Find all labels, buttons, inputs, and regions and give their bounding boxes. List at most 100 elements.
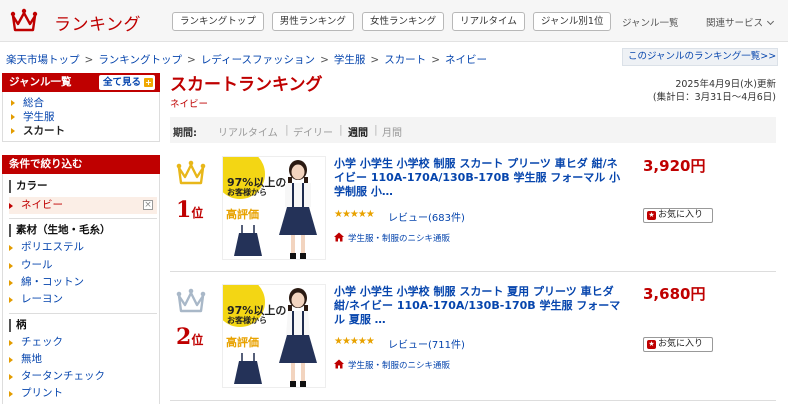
genre-item-skirt[interactable]: スカート (11, 124, 159, 138)
divider (9, 313, 157, 314)
genre-list-header: ジャンル一覧 全て見る + (2, 73, 160, 92)
model-image (279, 288, 317, 387)
period-daily[interactable]: デイリー (293, 124, 333, 139)
filter-color-navy[interactable]: ネイビー × (9, 197, 157, 214)
product-thumbnail[interactable]: 97%以上の お客様から 高評価 (222, 156, 326, 260)
filter-material-polyester[interactable]: ポリエステル (9, 240, 157, 255)
filter-pattern-check[interactable]: チェック (9, 335, 157, 350)
badge-line2: お客様から (227, 316, 267, 325)
genre-list-link[interactable]: ジャンル一覧 (622, 15, 679, 29)
product-price: 3,680円 (643, 285, 706, 303)
breadcrumb-skirt[interactable]: スカート (384, 54, 426, 66)
logo-text[interactable]: ランキング (54, 10, 141, 35)
tab-realtime[interactable]: リアルタイム (452, 12, 525, 31)
tab-female-ranking[interactable]: 女性ランキング (361, 12, 445, 31)
model-image (279, 160, 317, 259)
add-favorite-button[interactable]: ★ お気に入り (643, 208, 713, 223)
filter-pattern-tartan[interactable]: タータンチェック (9, 369, 157, 384)
review-count-link[interactable]: レビュー(711件) (388, 336, 465, 351)
filter-item-label: レーヨン (21, 293, 63, 305)
triangle-right-icon (11, 114, 15, 120)
filter-item-label: 無地 (21, 353, 42, 365)
rank-suffix: 位 (191, 333, 204, 347)
home-icon (334, 359, 344, 369)
high-rating-label: 高評価 (226, 336, 259, 349)
period-separator: | (374, 123, 378, 136)
triangle-right-icon (11, 128, 15, 134)
filter-pattern-print[interactable]: プリント (9, 386, 157, 401)
filter-material-cotton[interactable]: 綿・コットン (9, 275, 157, 290)
genre-ranking-list-link[interactable]: このジャンルのランキング一覧>> (622, 48, 778, 66)
product-title-link[interactable]: 小学 小学生 小学校 制服 スカート 夏用 プリーツ 車ヒダ 紺/ネイビー 11… (334, 285, 624, 327)
rank-number: 1位 (176, 197, 203, 223)
clear-filter-icon[interactable]: × (143, 200, 153, 210)
add-favorite-button[interactable]: ★ お気に入り (643, 337, 713, 352)
chevron-down-icon (766, 17, 775, 26)
breadcrumb-separator: > (431, 54, 440, 66)
genre-item-overall[interactable]: 総合 (11, 96, 159, 110)
genre-item-uniform[interactable]: 学生服 (11, 110, 159, 124)
filter-pattern-plain[interactable]: 無地 (9, 352, 157, 367)
product-thumbnail[interactable]: 97%以上の お客様から 高評価 (222, 284, 326, 388)
genre-item-label: スカート (23, 125, 65, 137)
star-icon: ★ (647, 340, 656, 349)
period-weekly[interactable]: 週間 (348, 124, 368, 139)
breadcrumb-uniform[interactable]: 学生服 (334, 54, 366, 66)
filter-material-rayon[interactable]: レーヨン (9, 292, 157, 307)
silver-crown-icon (176, 288, 206, 313)
item-divider (170, 271, 776, 272)
shop-name: 学生服・制服のニシキ通販 (348, 234, 451, 244)
triangle-right-icon (9, 391, 13, 397)
tab-male-ranking[interactable]: 男性ランキング (271, 12, 354, 31)
triangle-right-icon (9, 297, 13, 303)
crown-logo-icon[interactable] (10, 8, 38, 34)
triangle-right-icon (9, 245, 13, 251)
filter-item-label: チェック (21, 336, 63, 348)
period-separator: | (339, 123, 343, 136)
period-separator: | (285, 123, 289, 136)
rank-value: 2 (176, 324, 192, 350)
filter-material-wool[interactable]: ウール (9, 258, 157, 273)
breadcrumb-ranking-top[interactable]: ランキングトップ (98, 54, 182, 66)
shop-link[interactable]: 学生服・制服のニシキ通販 (334, 232, 450, 244)
genre-item-label: 学生服 (23, 111, 55, 123)
filter-item-label: ポリエステル (21, 241, 84, 253)
skirt-image (234, 353, 262, 384)
genre-list-title: ジャンル一覧 (9, 76, 72, 88)
star-icon: ★ (647, 211, 656, 220)
shop-link[interactable]: 学生服・制服のニシキ通販 (334, 359, 450, 371)
filter-item-label: ウール (21, 259, 53, 271)
rank-number: 2位 (176, 324, 203, 350)
breadcrumb-current[interactable]: ネイビー (445, 54, 487, 66)
filter-item-label: タータンチェック (21, 370, 105, 382)
period-realtime[interactable]: リアルタイム (218, 124, 278, 139)
rank-value: 1 (176, 197, 192, 223)
triangle-right-icon (9, 357, 13, 363)
top-tabs: ランキングトップ 男性ランキング 女性ランキング リアルタイム ジャンル別1位 (172, 12, 619, 31)
related-services-label: 関連サービス (706, 18, 764, 29)
period-label: 期間: (173, 128, 197, 139)
gold-crown-icon (176, 160, 206, 185)
review-count-link[interactable]: レビュー(683件) (388, 209, 465, 224)
product-title-link[interactable]: 小学 小学生 小学校 制服 スカート プリーツ 車ヒダ 紺/ネイビー 110A-… (334, 157, 624, 199)
tab-ranking-top[interactable]: ランキングトップ (172, 12, 264, 31)
badge-line2: お客様から (227, 188, 267, 197)
shop-name: 学生服・制服のニシキ通販 (348, 361, 451, 371)
period-monthly[interactable]: 月間 (382, 124, 402, 139)
page-subtitle: ネイビー (170, 99, 209, 110)
see-all-label: 全て見る (102, 77, 141, 88)
home-icon (334, 232, 344, 242)
filter-group-pattern: 柄 (9, 319, 27, 332)
filter-group-material: 素材（生地・毛糸） (9, 224, 111, 237)
filter-item-label: ネイビー (21, 199, 63, 211)
product-price: 3,920円 (643, 157, 706, 175)
see-all-button[interactable]: 全て見る + (98, 75, 155, 90)
star-rating: ★★★★★ (334, 209, 375, 220)
breadcrumb-ladies-fashion[interactable]: レディースファッション (201, 54, 315, 66)
tab-genre-first[interactable]: ジャンル別1位 (532, 12, 612, 31)
related-services-menu[interactable]: 関連サービス (706, 15, 775, 29)
breadcrumb-rakuten-top[interactable]: 楽天市場トップ (6, 54, 80, 66)
filter-header: 条件で絞り込む (2, 155, 160, 174)
triangle-right-icon (9, 263, 13, 269)
triangle-right-icon (9, 374, 13, 380)
